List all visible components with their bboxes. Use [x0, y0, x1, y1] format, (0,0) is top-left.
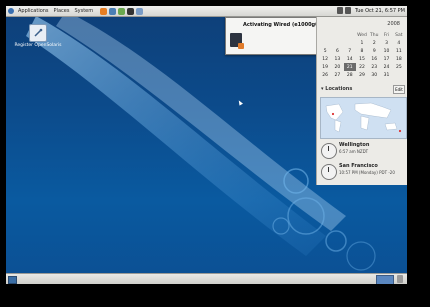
location-wellington[interactable]: Wellington 6:57 am NZDT	[320, 141, 406, 161]
calendar-day[interactable]: 22	[356, 63, 368, 71]
location-san-francisco[interactable]: San Francisco 10:57 PM (Monday) PDT -20	[320, 162, 406, 182]
desktop-screen: Applications Places System Tue Oct 21, 6…	[6, 6, 407, 284]
world-map	[320, 97, 407, 139]
day-header: Fri	[383, 32, 390, 38]
calendar-day[interactable]: 27	[331, 71, 343, 79]
calendar-day[interactable]: 23	[368, 63, 380, 71]
calendar-day[interactable]: 17	[380, 55, 392, 63]
day-header: Wed	[357, 32, 367, 38]
calendar-day[interactable]: 24	[380, 63, 392, 71]
clock-face-icon	[321, 164, 337, 180]
calendar-day-today[interactable]: 21	[343, 63, 356, 71]
register-icon	[29, 24, 47, 42]
menu-applications[interactable]: Applications	[17, 8, 50, 14]
calendar-day[interactable]: 11	[393, 47, 405, 55]
locations-label: Locations	[325, 86, 353, 92]
calendar-day[interactable]: 8	[356, 47, 368, 55]
network-connection-icon	[230, 33, 244, 49]
calendar-day[interactable]: 1	[356, 39, 368, 47]
clock-applet-popup: 2008 Wed Thu Fri Sat 1 2 3 4 5 6 7 8 9 1…	[316, 17, 407, 185]
calendar-day[interactable]: 4	[393, 39, 405, 47]
location-city: San Francisco	[339, 163, 378, 169]
terminal-launcher-icon[interactable]	[127, 7, 135, 15]
workspace-switcher[interactable]	[376, 275, 394, 284]
trash-icon[interactable]	[397, 275, 403, 283]
help-launcher-icon[interactable]	[136, 7, 144, 15]
calendar-day[interactable]: 16	[368, 55, 380, 63]
panel-clock[interactable]: Tue Oct 21, 6:57 PM	[355, 8, 405, 14]
volume-icon[interactable]	[344, 7, 351, 14]
calendar-header: 2008	[317, 21, 407, 29]
edit-locations-button[interactable]: Edit	[393, 85, 405, 94]
thunderbird-launcher-icon[interactable]	[109, 7, 117, 15]
calendar-day[interactable]	[344, 39, 356, 47]
calendar-day[interactable]: 5	[319, 47, 331, 55]
desktop-icon-label: Register OpenSolaris	[14, 43, 62, 48]
location-city: Wellington	[339, 142, 370, 148]
calendar-day[interactable]: 2	[368, 39, 380, 47]
network-icon[interactable]	[336, 7, 343, 14]
calendar-day[interactable]: 13	[331, 55, 343, 63]
register-opensolaris-desktop-icon[interactable]: Register OpenSolaris	[14, 24, 62, 48]
calendar-day[interactable]: 9	[368, 47, 380, 55]
calendar-day[interactable]: 19	[319, 63, 331, 71]
day-header: Thu	[370, 32, 379, 38]
calendar-day[interactable]: 29	[356, 71, 368, 79]
calendar-day[interactable]: 10	[380, 47, 392, 55]
clock-face-icon	[321, 143, 337, 159]
locations-expander[interactable]: ▾ Locations	[321, 86, 352, 92]
calendar-day[interactable]: 7	[344, 47, 356, 55]
calendar-day[interactable]: 12	[319, 55, 331, 63]
top-panel: Applications Places System Tue Oct 21, 6…	[6, 6, 407, 17]
calendar-day[interactable]: 26	[319, 71, 331, 79]
calendar-day[interactable]: 18	[393, 55, 405, 63]
calendar-year[interactable]: 2008	[387, 21, 400, 27]
calendar-day[interactable]: 28	[344, 71, 356, 79]
calendar-day[interactable]: 3	[380, 39, 392, 47]
update-launcher-icon[interactable]	[118, 7, 126, 15]
calendar-grid: Wed Thu Fri Sat 1 2 3 4 5 6 7 8 9 10 11 …	[319, 31, 405, 79]
bottom-panel	[6, 273, 407, 284]
foot-menu-icon[interactable]	[8, 8, 14, 14]
calendar-day[interactable]: 25	[393, 63, 405, 71]
show-desktop-button[interactable]	[8, 276, 17, 284]
calendar-day[interactable]: 15	[356, 55, 368, 63]
calendar-day[interactable]	[331, 39, 343, 47]
menu-system[interactable]: System	[73, 8, 94, 14]
calendar-day[interactable]: 30	[368, 71, 380, 79]
day-header: Sat	[395, 32, 403, 38]
firefox-launcher-icon[interactable]	[100, 7, 108, 15]
menu-places[interactable]: Places	[53, 8, 71, 14]
calendar-day[interactable]: 20	[331, 63, 343, 71]
location-time: 10:57 PM (Monday) PDT -20	[339, 170, 395, 175]
location-time: 6:57 am NZDT	[339, 149, 369, 154]
calendar-day[interactable]: 6	[331, 47, 343, 55]
calendar-day[interactable]: 14	[344, 55, 356, 63]
calendar-day[interactable]: 31	[380, 71, 392, 79]
calendar-day[interactable]	[393, 71, 405, 79]
calendar-day[interactable]	[319, 39, 331, 47]
